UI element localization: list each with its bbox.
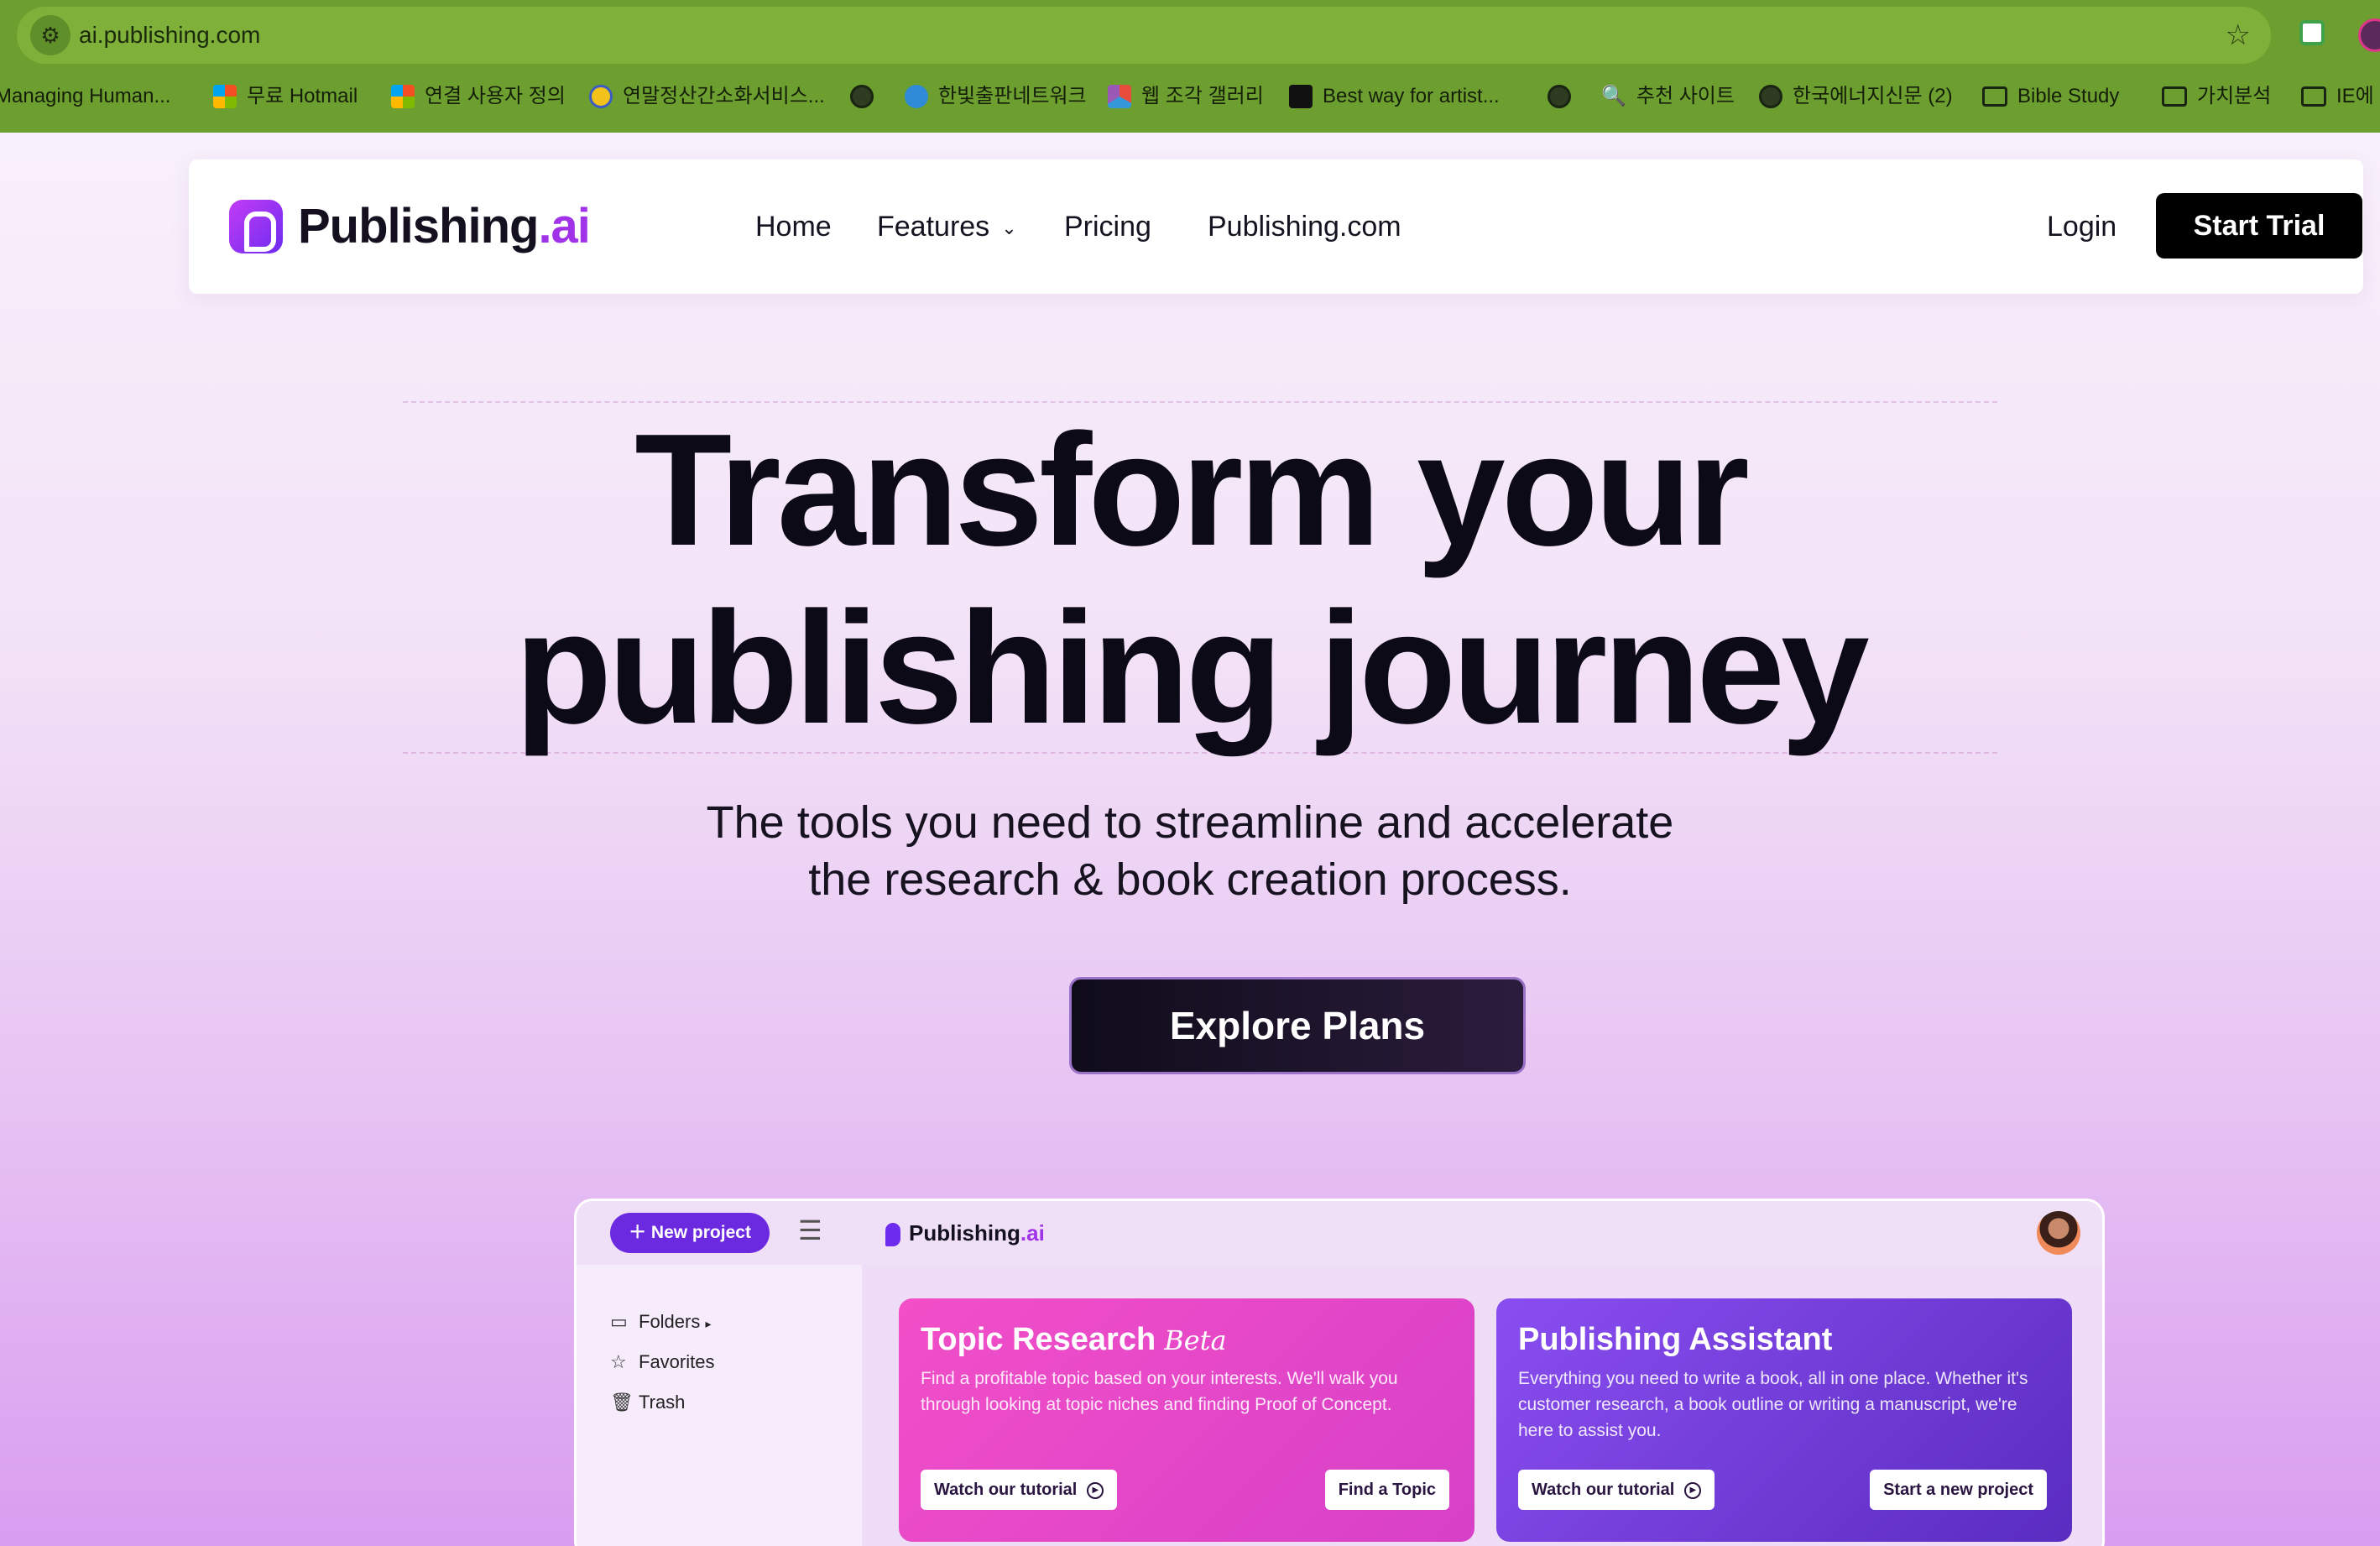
sidebar-item-favorites[interactable]: ☆ Favorites — [610, 1347, 714, 1377]
address-bar[interactable]: ⚙ ai.publishing.com ☆ — [17, 7, 2271, 64]
site-navbar: Publishing.ai Home Features ⌄ Pricing Pub… — [189, 159, 2363, 294]
p-icon — [1289, 85, 1313, 108]
bookmark-item[interactable]: 연말정산간소화서비스... — [589, 72, 825, 121]
bookmark-item[interactable]: Best way for artist... — [1289, 72, 1500, 121]
trash-icon: 🗑 — [610, 1392, 634, 1413]
site-logo[interactable]: Publishing.ai — [298, 193, 591, 260]
colorful-icon — [1108, 85, 1131, 108]
hero-title: Transform your publishing journey — [514, 401, 1869, 757]
browser-toolbar: ⚙ ai.publishing.com ☆ Managing Human... … — [0, 0, 2380, 133]
site-info-icon[interactable]: ⚙ — [30, 15, 70, 55]
search-icon: 🔍 — [1601, 85, 1626, 107]
bookmark-item[interactable]: 무료 Hotmail — [213, 72, 358, 121]
watch-tutorial-button[interactable]: Watch our tutorial ▶ — [1518, 1470, 1715, 1510]
bookmark-folder[interactable]: IE에 — [2301, 72, 2374, 121]
avatar[interactable] — [2037, 1211, 2080, 1255]
nav-publishing-com[interactable]: Publishing.com — [1208, 193, 1401, 260]
microsoft-icon — [391, 85, 415, 108]
bookmark-item[interactable]: 🔍 추천 사이트 — [1601, 72, 1735, 121]
sidebar-item-folders[interactable]: ▭ Folders ▸ — [610, 1307, 712, 1337]
card-title: Publishing Assistant — [1518, 1322, 1833, 1357]
caret-right-icon: ▸ — [705, 1317, 712, 1330]
menu-icon[interactable]: ☰ — [798, 1214, 822, 1246]
new-project-button[interactable]: ＋ New project — [610, 1213, 770, 1253]
preview-main: Topic Research Beta Find a profitable top… — [862, 1265, 2102, 1546]
bookmark-folder[interactable]: 가치분석 — [2162, 72, 2271, 121]
star-icon: ☆ — [610, 1351, 627, 1372]
nav-features[interactable]: Features ⌄ — [877, 193, 1017, 260]
folder-icon — [2162, 86, 2187, 107]
card-description: Find a profitable topic based on your in… — [921, 1369, 1398, 1414]
start-new-project-button[interactable]: Start a new project — [1870, 1470, 2047, 1510]
card-description: Everything you need to write a book, all… — [1518, 1369, 2028, 1440]
coin-icon — [589, 85, 613, 108]
preview-header: ＋ New project ☰ Publishing.ai — [577, 1201, 2102, 1265]
url-text[interactable]: ai.publishing.com — [79, 7, 260, 64]
preview-sidebar: ▭ Folders ▸ ☆ Favorites 🗑 Trash — [577, 1265, 862, 1546]
find-topic-button[interactable]: Find a Topic — [1324, 1470, 1449, 1510]
logo-p-icon — [885, 1223, 900, 1247]
globe-icon — [850, 85, 874, 108]
watch-tutorial-button[interactable]: Watch our tutorial ▶ — [921, 1470, 1118, 1510]
page-content: Publishing.ai Home Features ⌄ Pricing Pub… — [0, 133, 2380, 1546]
hero-subtitle: The tools you need to streamline and acc… — [706, 797, 1674, 905]
publishing-logo-icon[interactable] — [229, 200, 283, 253]
bookmark-item[interactable]: 연결 사용자 정의 — [391, 72, 566, 121]
bookmark-item[interactable]: 한국에너지신문 (2) — [1759, 72, 1953, 121]
bookmark-item[interactable]: 웹 조각 갤러리 — [1108, 72, 1264, 121]
nav-pricing[interactable]: Pricing — [1064, 193, 1151, 260]
play-icon: ▶ — [1684, 1481, 1702, 1499]
card-title: Topic Research Beta — [921, 1322, 1227, 1357]
bookmark-item[interactable]: Managing Human... — [0, 72, 170, 121]
play-icon: ▶ — [1087, 1481, 1104, 1499]
bookmark-item[interactable] — [1548, 72, 1571, 121]
app-preview: ＋ New project ☰ Publishing.ai ▭ Folders ▸… — [574, 1199, 2105, 1546]
sidebar-item-trash[interactable]: 🗑 Trash — [610, 1387, 685, 1418]
folder-icon: ▭ — [610, 1311, 628, 1332]
microsoft-icon — [213, 85, 237, 108]
blue-icon — [905, 85, 928, 108]
start-trial-button[interactable]: Start Trial — [2156, 193, 2362, 259]
bookmarks-bar: Managing Human... 무료 Hotmail 연결 사용자 정의 연… — [0, 72, 2380, 121]
nav-home[interactable]: Home — [755, 193, 832, 260]
beta-badge: Beta — [1164, 1324, 1227, 1356]
folder-icon — [1982, 86, 2007, 107]
extension-icon[interactable] — [2299, 20, 2325, 45]
bookmark-star-icon[interactable]: ☆ — [2226, 7, 2251, 64]
globe-icon — [1548, 85, 1571, 108]
chevron-down-icon: ⌄ — [1001, 217, 1017, 239]
bookmark-item[interactable] — [850, 72, 874, 121]
login-link[interactable]: Login — [2047, 193, 2116, 260]
folder-icon — [2301, 86, 2326, 107]
publishing-assistant-card: Publishing Assistant Everything you need… — [1496, 1298, 2072, 1542]
profile-avatar-icon[interactable] — [2358, 18, 2380, 52]
bookmark-item[interactable]: 한빛출판네트워크 — [905, 72, 1087, 121]
globe-icon — [1759, 85, 1782, 108]
preview-logo: Publishing.ai — [885, 1214, 1045, 1251]
topic-research-card: Topic Research Beta Find a profitable top… — [899, 1298, 1474, 1542]
bookmark-folder[interactable]: Bible Study — [1982, 72, 2119, 121]
explore-plans-button[interactable]: Explore Plans — [1069, 977, 1526, 1074]
